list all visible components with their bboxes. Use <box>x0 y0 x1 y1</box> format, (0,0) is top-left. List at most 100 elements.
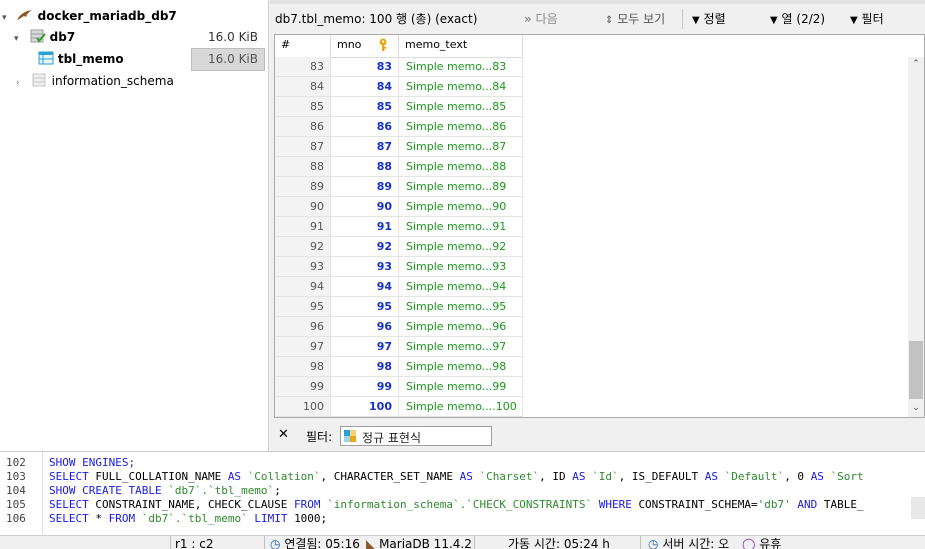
row-number-cell[interactable]: 86 <box>275 117 331 137</box>
row-number-cell[interactable]: 96 <box>275 317 331 337</box>
idle-status: ◯ 유휴 <box>742 537 782 549</box>
row-number-cell[interactable]: 93 <box>275 257 331 277</box>
row-number-cell[interactable]: 92 <box>275 237 331 257</box>
scrollbar-thumb[interactable] <box>909 341 923 399</box>
row-number-cell[interactable]: 100 <box>275 397 331 417</box>
memo-text-cell[interactable]: Simple memo...99 <box>399 377 523 397</box>
row-number-cell[interactable]: 83 <box>275 57 331 77</box>
mno-cell[interactable]: 88 <box>331 157 399 177</box>
table-row[interactable]: 88 88 Simple memo...88 <box>275 157 523 177</box>
row-number-cell[interactable]: 88 <box>275 157 331 177</box>
scroll-up-icon[interactable]: ⌃ <box>908 57 924 71</box>
memo-text-cell[interactable]: Simple memo...85 <box>399 97 523 117</box>
tree-item-db7[interactable]: ▾ db7 16.0 KiB <box>14 26 264 48</box>
memo-text-cell[interactable]: Simple memo...96 <box>399 317 523 337</box>
row-number-cell[interactable]: 91 <box>275 217 331 237</box>
memo-text-cell[interactable]: Simple memo...91 <box>399 217 523 237</box>
row-number-cell[interactable]: 84 <box>275 77 331 97</box>
grid-vertical-scrollbar[interactable]: ⌃ ⌄ <box>908 57 924 417</box>
mno-cell[interactable]: 100 <box>331 397 399 417</box>
mno-cell[interactable]: 85 <box>331 97 399 117</box>
result-grid[interactable]: # mno memo_text 83 83 Simple memo...83 84 84… <box>274 34 925 418</box>
table-row[interactable]: 93 93 Simple memo...93 <box>275 257 523 277</box>
mno-cell[interactable]: 86 <box>331 117 399 137</box>
memo-text-cell[interactable]: Simple memo...83 <box>399 57 523 77</box>
mno-cell[interactable]: 84 <box>331 77 399 97</box>
mno-cell[interactable]: 87 <box>331 137 399 157</box>
mno-cell[interactable]: 92 <box>331 237 399 257</box>
table-row[interactable]: 96 96 Simple memo...96 <box>275 317 523 337</box>
sql-keyword: AS <box>572 470 593 483</box>
sql-log-scrollbar-thumb[interactable] <box>911 497 925 519</box>
memo-text-cell[interactable]: Simple memo...95 <box>399 297 523 317</box>
mno-cell[interactable]: 99 <box>331 377 399 397</box>
table-row[interactable]: 87 87 Simple memo...87 <box>275 137 523 157</box>
row-number-cell[interactable]: 95 <box>275 297 331 317</box>
memo-text-cell[interactable]: Simple memo...86 <box>399 117 523 137</box>
row-number-cell[interactable]: 94 <box>275 277 331 297</box>
memo-text-cell[interactable]: Simple memo...97 <box>399 337 523 357</box>
chevron-down-icon[interactable]: ▾ <box>14 28 26 50</box>
chevron-right-icon[interactable]: › <box>16 72 28 94</box>
table-row[interactable]: 99 99 Simple memo...99 <box>275 377 523 397</box>
row-number-cell[interactable]: 85 <box>275 97 331 117</box>
table-row[interactable]: 97 97 Simple memo...97 <box>275 337 523 357</box>
tree-item-tbl-memo[interactable]: tbl_memo 16.0 KiB <box>38 48 264 70</box>
mno-cell[interactable]: 89 <box>331 177 399 197</box>
memo-text-cell[interactable]: Simple memo...89 <box>399 177 523 197</box>
sql-log-line: 102 SHOW ENGINES; <box>0 456 135 470</box>
table-row[interactable]: 92 92 Simple memo...92 <box>275 237 523 257</box>
sql-log-panel[interactable]: 102 SHOW ENGINES; 103 SELECT FULL_COLLATION… <box>0 451 925 536</box>
table-row[interactable]: 94 94 Simple memo...94 <box>275 277 523 297</box>
table-row[interactable]: 83 83 Simple memo...83 <box>275 57 523 77</box>
database-icon <box>30 29 46 43</box>
table-row[interactable]: 98 98 Simple memo...98 <box>275 357 523 377</box>
table-row[interactable]: 86 86 Simple memo...86 <box>275 117 523 137</box>
show-all-button[interactable]: ⇕ 모두 보기 <box>605 10 665 27</box>
mno-cell[interactable]: 97 <box>331 337 399 357</box>
filter-button[interactable]: ▼ 필터 <box>850 10 884 27</box>
column-header-memo-text[interactable]: memo_text <box>399 35 523 57</box>
mno-cell[interactable]: 90 <box>331 197 399 217</box>
memo-text-cell[interactable]: Simple memo...98 <box>399 357 523 377</box>
mno-cell[interactable]: 96 <box>331 317 399 337</box>
table-row[interactable]: 100 100 Simple memo....100 <box>275 397 523 417</box>
memo-text-cell[interactable]: Simple memo...92 <box>399 237 523 257</box>
row-number-cell[interactable]: 87 <box>275 137 331 157</box>
row-number-cell[interactable]: 97 <box>275 337 331 357</box>
column-header-mno[interactable]: mno <box>331 35 399 57</box>
row-number-cell[interactable]: 99 <box>275 377 331 397</box>
sort-button[interactable]: ▼ 정렬 <box>692 10 726 27</box>
memo-text-cell[interactable]: Simple memo...94 <box>399 277 523 297</box>
scroll-down-icon[interactable]: ⌄ <box>908 401 924 415</box>
tree-item-information-schema[interactable]: › information_schema <box>16 70 174 92</box>
mno-cell[interactable]: 98 <box>331 357 399 377</box>
table-row[interactable]: 90 90 Simple memo...90 <box>275 197 523 217</box>
table-row[interactable]: 91 91 Simple memo...91 <box>275 217 523 237</box>
row-number-cell[interactable]: 89 <box>275 177 331 197</box>
table-row[interactable]: 89 89 Simple memo...89 <box>275 177 523 197</box>
memo-text-cell[interactable]: Simple memo....100 <box>399 397 523 417</box>
memo-text-cell[interactable]: Simple memo...93 <box>399 257 523 277</box>
tree-item-connection[interactable]: ▾ docker_mariadb_db7 <box>2 5 177 27</box>
memo-text-cell[interactable]: Simple memo...87 <box>399 137 523 157</box>
memo-text-cell[interactable]: Simple memo...88 <box>399 157 523 177</box>
memo-text-cell[interactable]: Simple memo...90 <box>399 197 523 217</box>
filter-input[interactable]: 정규 표현식 <box>340 426 492 446</box>
table-row[interactable]: 85 85 Simple memo...85 <box>275 97 523 117</box>
mno-cell[interactable]: 91 <box>331 217 399 237</box>
memo-text-cell[interactable]: Simple memo...84 <box>399 77 523 97</box>
columns-button[interactable]: ▼ 열 (2/2) <box>770 10 825 27</box>
table-row[interactable]: 95 95 Simple memo...95 <box>275 297 523 317</box>
table-row[interactable]: 84 84 Simple memo...84 <box>275 77 523 97</box>
next-button[interactable]: » 다음 <box>524 10 558 27</box>
column-header-rownum[interactable]: # <box>275 35 331 57</box>
mno-cell[interactable]: 93 <box>331 257 399 277</box>
chevron-down-icon[interactable]: ▾ <box>2 7 12 29</box>
row-number-cell[interactable]: 98 <box>275 357 331 377</box>
mno-cell[interactable]: 83 <box>331 57 399 77</box>
mno-cell[interactable]: 95 <box>331 297 399 317</box>
mno-cell[interactable]: 94 <box>331 277 399 297</box>
close-filter-button[interactable]: ✕ <box>278 427 289 442</box>
row-number-cell[interactable]: 90 <box>275 197 331 217</box>
